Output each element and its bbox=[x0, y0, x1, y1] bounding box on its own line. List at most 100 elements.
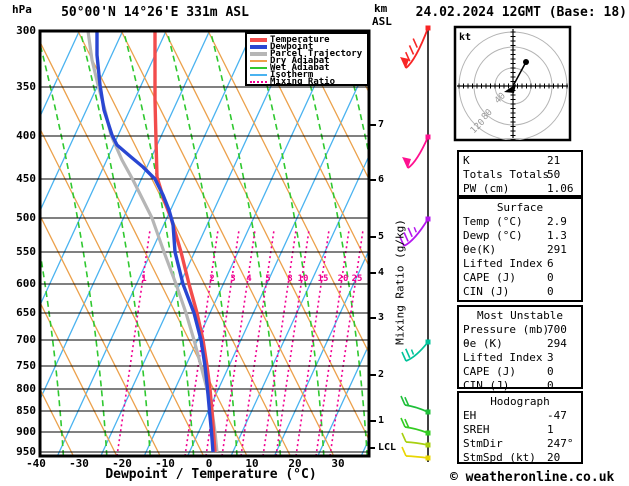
mixing-ratio-swatch bbox=[250, 81, 267, 84]
svg-text:1: 1 bbox=[141, 274, 146, 284]
pressure-tick-label: 600 bbox=[16, 277, 36, 290]
svg-text:15: 15 bbox=[318, 274, 329, 284]
row-label: K bbox=[463, 154, 470, 167]
row-label: Pressure (mb) bbox=[463, 323, 550, 336]
table-row: θe (K) 294 bbox=[459, 337, 581, 351]
pressure-tick-label: 750 bbox=[16, 359, 36, 372]
station-title: 50°00'N 14°26'E 331m ASL bbox=[61, 5, 249, 20]
temp-tick-label: -10 bbox=[155, 457, 175, 470]
svg-text:25: 25 bbox=[352, 274, 363, 284]
dewpoint-line-swatch bbox=[250, 44, 267, 49]
table-title: Surface bbox=[496, 201, 544, 214]
table-row: SREH 1 bbox=[459, 423, 581, 437]
pressure-tick-label: 550 bbox=[16, 245, 36, 258]
svg-text:kt: kt bbox=[459, 32, 471, 43]
temp-tick-label: 10 bbox=[245, 457, 259, 470]
row-value: 6 bbox=[547, 257, 554, 270]
row-value: 50 bbox=[547, 168, 561, 181]
table-row: Temp (°C) 2.9 bbox=[459, 215, 581, 229]
altitude-unit-km: km bbox=[374, 2, 388, 15]
legend: Temperature Dewpoint Parcel Trajectory D… bbox=[245, 32, 369, 88]
pressure-unit-label: hPa bbox=[12, 3, 32, 16]
temp-tick-label: -40 bbox=[26, 457, 46, 470]
table-title: Hodograph bbox=[490, 395, 550, 408]
row-label: StmSpd (kt) bbox=[463, 451, 536, 464]
table-row: Pressure (mb) 700 bbox=[459, 323, 581, 337]
row-label: StmDir bbox=[463, 437, 503, 450]
table-row: EH -47 bbox=[459, 409, 581, 423]
svg-text:5: 5 bbox=[265, 274, 270, 284]
svg-text:3: 3 bbox=[230, 274, 235, 284]
km-tick-label: 1 bbox=[378, 415, 385, 426]
row-value: 294 bbox=[547, 337, 567, 350]
temp-tick-label: 30 bbox=[331, 457, 345, 470]
km-tick-label: 7 bbox=[378, 119, 385, 130]
svg-text:2: 2 bbox=[209, 274, 214, 284]
svg-text:20: 20 bbox=[338, 274, 349, 284]
temp-tick-label: -20 bbox=[112, 457, 132, 470]
row-label: Lifted Index bbox=[463, 351, 543, 364]
row-label: Lifted Index bbox=[463, 257, 543, 270]
dry-adiabat-swatch bbox=[250, 59, 267, 62]
row-value: 247° bbox=[547, 437, 574, 450]
row-value: 1.06 bbox=[547, 182, 574, 195]
copyright: © weatheronline.co.uk bbox=[450, 470, 615, 485]
table-row: CAPE (J) 0 bbox=[459, 271, 581, 285]
pressure-tick-label: 500 bbox=[16, 211, 36, 224]
km-tick-label: 6 bbox=[378, 174, 385, 185]
temp-tick-label: 20 bbox=[288, 457, 302, 470]
row-value: 700 bbox=[547, 323, 567, 336]
row-label: CIN (J) bbox=[463, 285, 510, 298]
km-tick-label: 2 bbox=[378, 369, 385, 380]
parcel-line-swatch bbox=[250, 51, 267, 56]
table-row: Lifted Index 6 bbox=[459, 257, 581, 271]
svg-text:10: 10 bbox=[298, 274, 309, 284]
surface-table: Surface Temp (°C) 2.9 Dewp (°C) 1.3 θe(K) 2… bbox=[457, 197, 583, 302]
table-row: CAPE (J) 0 bbox=[459, 365, 581, 379]
pressure-tick-label: 700 bbox=[16, 333, 36, 346]
lcl-label: LCL bbox=[378, 442, 397, 453]
temp-tick-label: -30 bbox=[69, 457, 89, 470]
legend-item-label: Mixing Ratio bbox=[270, 77, 336, 88]
indices-table: K 21 Totals Totals 50 PW (cm) 1.06 bbox=[457, 150, 583, 197]
row-label: PW (cm) bbox=[463, 182, 510, 195]
pressure-tick-label: 450 bbox=[16, 172, 36, 185]
svg-text:4: 4 bbox=[246, 274, 252, 284]
row-label: Temp (°C) bbox=[463, 215, 523, 228]
row-value: 2.9 bbox=[547, 215, 567, 228]
sounding-app: 1 2 3 4 5 8 10 15 20 25 40 80 120 kt hPa 50°00'N 14°2… bbox=[0, 0, 629, 486]
table-row: Lifted Index 3 bbox=[459, 351, 581, 365]
table-row: K 21 bbox=[459, 154, 581, 168]
pressure-tick-label: 400 bbox=[16, 129, 36, 142]
svg-text:8: 8 bbox=[287, 274, 292, 284]
km-tick-label: 4 bbox=[378, 267, 385, 278]
altitude-unit-asl: ASL bbox=[372, 15, 392, 28]
table-row: StmSpd (kt) 20 bbox=[459, 451, 581, 465]
legend-item: Mixing Ratio bbox=[250, 77, 367, 88]
row-value: 21 bbox=[547, 154, 561, 167]
km-tick-label: 5 bbox=[378, 231, 385, 242]
table-row: θe(K) 291 bbox=[459, 243, 581, 257]
pressure-tick-label: 850 bbox=[16, 404, 36, 417]
table-title: Most Unstable bbox=[476, 309, 564, 322]
row-value: 20 bbox=[547, 451, 561, 464]
row-value: 0 bbox=[547, 271, 554, 284]
table-row: StmDir 247° bbox=[459, 437, 581, 451]
row-label: Totals Totals bbox=[463, 168, 550, 181]
row-value: 1.3 bbox=[547, 229, 567, 242]
hodograph-table: Hodograph EH -47 SREH 1 StmDir 247° StmSpd … bbox=[457, 391, 583, 464]
row-label: CAPE (J) bbox=[463, 271, 516, 284]
row-value: -47 bbox=[547, 409, 567, 422]
most-unstable-table: Most Unstable Pressure (mb) 700 θe (K) 294… bbox=[457, 305, 583, 392]
row-label: SREH bbox=[463, 423, 490, 436]
row-value: 0 bbox=[547, 365, 554, 378]
mixing-ratio-axis-label: Mixing Ratio (g/kg) bbox=[393, 219, 407, 345]
temp-tick-label: 0 bbox=[205, 457, 213, 470]
row-label: θe(K) bbox=[463, 243, 497, 256]
table-row: PW (cm) 1.06 bbox=[459, 182, 581, 196]
isotherm-swatch bbox=[250, 74, 267, 77]
row-value: 291 bbox=[547, 243, 567, 256]
run-datetime: 24.02.2024 12GMT (Base: 18) bbox=[415, 5, 627, 20]
row-label: CAPE (J) bbox=[463, 365, 516, 378]
pressure-tick-label: 300 bbox=[16, 24, 36, 37]
